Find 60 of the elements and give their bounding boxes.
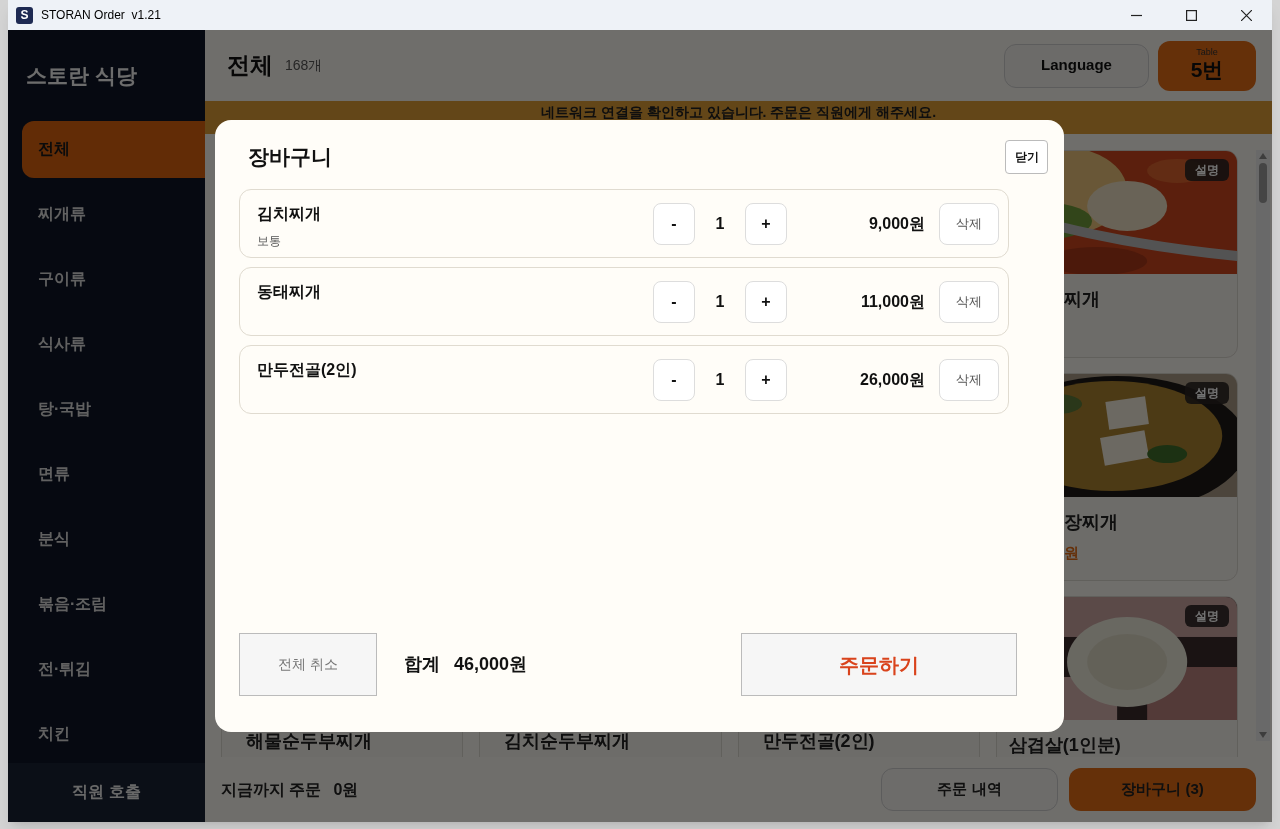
category-title: 전체 (227, 51, 273, 81)
scrollbar-thumb[interactable] (1259, 163, 1267, 203)
decrease-button[interactable]: - (653, 202, 695, 245)
close-icon[interactable] (1241, 9, 1252, 21)
item-name: 김치찌개 (257, 204, 322, 224)
increase-button[interactable]: + (745, 202, 787, 245)
close-button[interactable]: 닫기 (1005, 139, 1048, 174)
description-badge[interactable]: 설명 (1185, 382, 1229, 404)
category-tab[interactable]: 면류 (22, 445, 205, 503)
scroll-up-icon[interactable] (1259, 153, 1267, 159)
category-tab[interactable]: 찌개류 (22, 185, 205, 243)
scroll-down-icon[interactable] (1259, 732, 1267, 738)
delete-button[interactable]: 삭제 (939, 358, 999, 401)
quantity: 1 (714, 291, 726, 312)
order-total-label: 지금까지 주문 (221, 779, 322, 800)
language-button[interactable]: Language (1004, 43, 1149, 88)
menu-name: 삼겹살(1인분) (1007, 734, 1122, 757)
cancel-all-button[interactable]: 전체 취소 (239, 633, 377, 696)
item-count: 168개 (285, 56, 323, 75)
maximize-icon[interactable] (1186, 9, 1197, 21)
item-name: 만두전골(2인) (257, 360, 358, 380)
item-price: 11,000원 (860, 291, 925, 312)
quantity: 1 (714, 369, 726, 390)
category-tab[interactable]: 탕·국밥 (22, 380, 205, 438)
menu-price: 원 (1062, 543, 1080, 563)
menu-name: 만두전골(2인) (762, 731, 875, 751)
sum-amount: 46,000원 (454, 653, 528, 676)
place-order-button[interactable]: 주문하기 (741, 633, 1017, 696)
menu-name: 김치순두부찌개 (504, 731, 631, 751)
category-tab[interactable]: 치킨 (22, 705, 205, 763)
description-badge[interactable]: 설명 (1185, 159, 1229, 181)
item-option: 보통 (257, 232, 647, 250)
delete-button[interactable]: 삭제 (939, 280, 999, 323)
order-history-button[interactable]: 주문 내역 (881, 768, 1058, 811)
item-name: 동태찌개 (257, 282, 322, 302)
window-title: STORAN Order v1.21 (41, 7, 161, 24)
decrease-button[interactable]: - (653, 280, 695, 323)
category-tab[interactable]: 전·튀김 (22, 640, 205, 698)
app-logo-icon: S (16, 6, 33, 24)
category-tab[interactable]: 분식 (22, 510, 205, 568)
menu-name: 장찌개 (1062, 511, 1119, 534)
menu-name: 해물순두부찌개 (246, 731, 372, 751)
description-badge[interactable]: 설명 (1185, 605, 1229, 627)
scrollbar[interactable] (1256, 150, 1270, 741)
order-total: 0원 (333, 779, 359, 800)
staff-call-button[interactable]: 직원 호출 (8, 762, 205, 822)
item-price: 9,000원 (868, 213, 925, 234)
increase-button[interactable]: + (745, 280, 787, 323)
dialog-title: 장바구니 (248, 143, 332, 170)
category-tab[interactable]: 볶음·조림 (22, 575, 205, 633)
category-tab[interactable]: 식사류 (22, 315, 205, 373)
item-price: 26,000원 (860, 369, 925, 390)
delete-button[interactable]: 삭제 (939, 202, 999, 245)
increase-button[interactable]: + (745, 358, 787, 401)
decrease-button[interactable]: - (653, 358, 695, 401)
menu-name: 찌개 (1062, 288, 1101, 311)
sum-label: 합계 (404, 653, 440, 676)
quantity: 1 (714, 213, 726, 234)
restaurant-name: 스토란 식당 (25, 62, 138, 89)
category-tab[interactable]: 구이류 (22, 250, 205, 308)
